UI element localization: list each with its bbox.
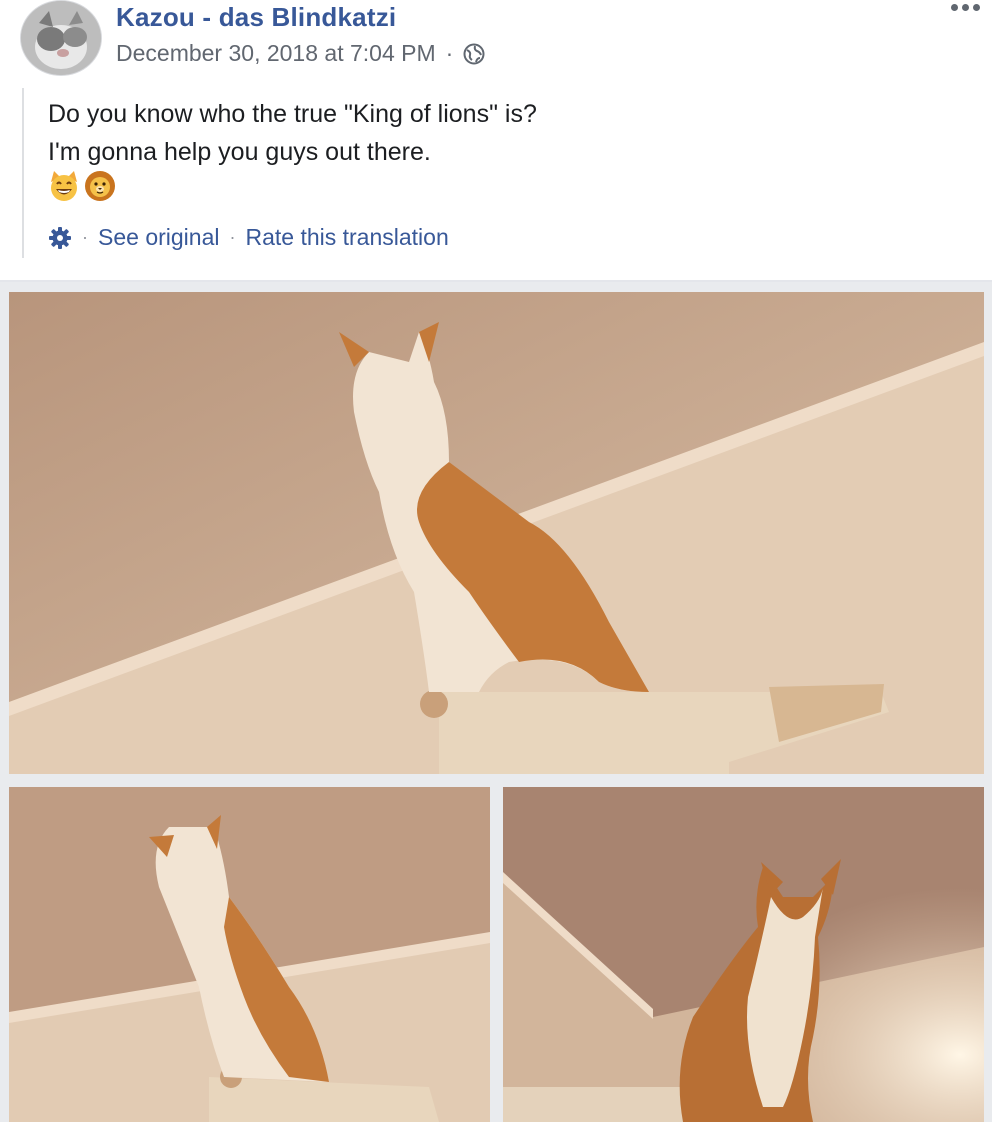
post-timestamp[interactable]: December 30, 2018 at 7:04 PM [116, 40, 436, 67]
rate-translation-link[interactable]: Rate this translation [245, 224, 448, 251]
photo-bottom-left[interactable] [9, 787, 490, 1122]
meta-separator: · [445, 40, 454, 66]
author-name[interactable]: Kazou - das Blindkatzi [116, 2, 396, 33]
more-dot [962, 4, 969, 11]
lion-face-icon [85, 171, 115, 201]
more-options-icon[interactable] [951, 4, 980, 11]
photo-large[interactable] [9, 292, 984, 774]
more-dot [973, 4, 980, 11]
post-header: Kazou - das Blindkatzi December 30, 2018… [0, 0, 992, 262]
photo-grid [0, 282, 992, 1122]
more-dot [951, 4, 958, 11]
photo-bottom-right[interactable] [503, 787, 984, 1122]
globe-icon[interactable] [463, 43, 485, 65]
post-text-line: Do you know who the true "King of lions"… [48, 100, 537, 128]
post-text-line: I'm gonna help you guys out there. [48, 138, 431, 166]
translation-separator: · [82, 227, 88, 247]
see-original-link[interactable]: See original [98, 224, 219, 251]
translation-row: · See original · Rate this translation [48, 224, 449, 251]
post-text: Do you know who the true "King of lions"… [48, 95, 537, 171]
emoji-row [48, 170, 116, 202]
translation-separator: · [229, 227, 236, 247]
translation-quote-bar [22, 88, 24, 258]
gear-icon[interactable] [48, 226, 72, 250]
post-meta: December 30, 2018 at 7:04 PM · [116, 40, 485, 67]
grinning-cat-icon [51, 171, 77, 201]
avatar[interactable] [20, 0, 102, 76]
